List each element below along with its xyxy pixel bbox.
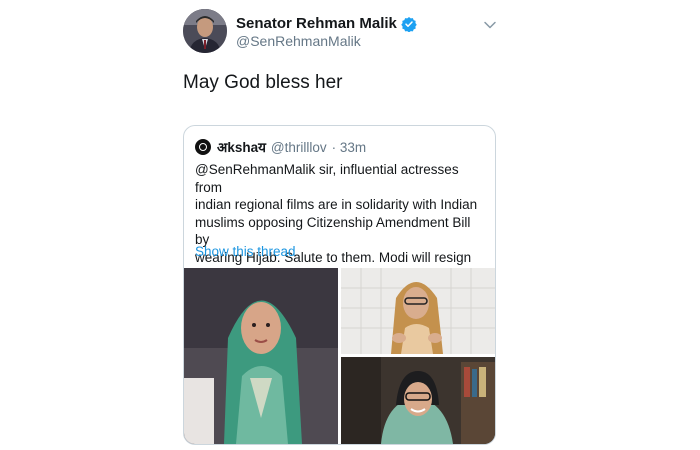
media-photo-2[interactable] <box>341 268 495 354</box>
quoted-tweet-media-grid <box>184 268 495 444</box>
author-avatar[interactable] <box>183 9 227 53</box>
media-photo-3[interactable] <box>341 357 495 444</box>
quoted-tweet-time[interactable]: · 33m <box>332 140 367 155</box>
quoted-author-name[interactable]: अkshaय <box>217 138 266 156</box>
media-photo-1[interactable] <box>184 268 338 444</box>
quoted-tweet-header: अkshaय @thrilllov · 33m <box>195 138 366 156</box>
verified-badge-icon <box>401 16 417 32</box>
author-name-row[interactable]: Senator Rehman Malik <box>236 15 417 32</box>
tweet-text: May God bless her <box>183 72 343 93</box>
author-handle[interactable]: @SenRehmanMalik <box>236 33 361 49</box>
quoted-author-avatar[interactable] <box>195 139 211 155</box>
quoted-author-handle[interactable]: @thrilllov <box>271 140 327 155</box>
tweet: Senator Rehman Malik @SenRehmanMalik May… <box>0 0 700 450</box>
quoted-tweet-card[interactable]: अkshaय @thrilllov · 33m @SenRehmanMalik … <box>183 125 496 445</box>
author-display-name[interactable]: Senator Rehman Malik <box>236 15 397 32</box>
quoted-tweet-text: @SenRehmanMalik sir, influential actress… <box>195 162 478 282</box>
author-avatar-image <box>183 9 227 53</box>
chevron-down-icon[interactable] <box>483 18 497 32</box>
show-thread-link[interactable]: Show this thread <box>195 244 296 259</box>
